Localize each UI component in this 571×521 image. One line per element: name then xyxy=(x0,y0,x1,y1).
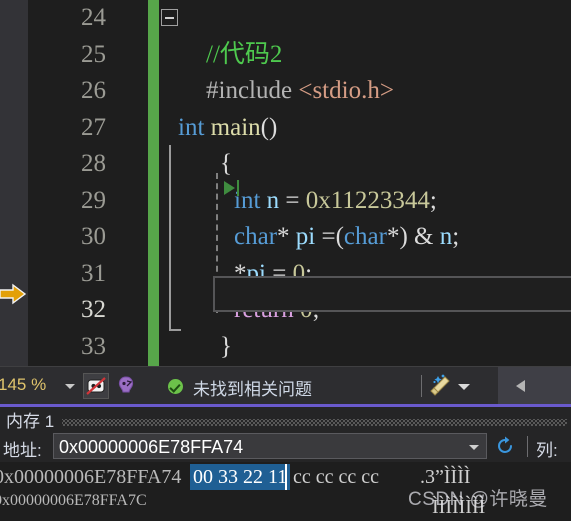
editor-indicator-margin[interactable] xyxy=(0,0,28,366)
code-token: * xyxy=(277,223,296,250)
code-line[interactable]: 33} xyxy=(28,329,571,366)
memory-row-bytes[interactable]: cc cc cc cc xyxy=(293,462,379,492)
yellow-arrow-icon[interactable] xyxy=(0,282,28,306)
code-token: ; xyxy=(452,223,459,250)
code-token: = xyxy=(285,187,305,214)
line-number: 24 xyxy=(28,0,106,37)
code-line[interactable]: 30 char* pi =(char*) & n; xyxy=(28,219,571,256)
tab-strip-drag-handle[interactable] xyxy=(62,419,567,426)
code-cleanup-broom-icon[interactable] xyxy=(428,373,454,399)
code-token: char xyxy=(234,223,277,250)
editor-status-bar[interactable]: 145 % 未找到相关问题 xyxy=(0,366,571,404)
line-number: 26 xyxy=(28,73,106,110)
code-token: *) & xyxy=(387,223,440,250)
address-label: 地址: xyxy=(3,436,42,461)
scope-bracket-foot xyxy=(169,329,181,331)
code-token: int xyxy=(178,114,211,141)
address-input[interactable]: 0x00000006E78FFA74 xyxy=(53,433,487,459)
status-bar-separator xyxy=(421,375,422,397)
scope-bracket-line xyxy=(169,145,171,331)
memory-window[interactable]: 内存 1 地址: 0x00000006E78FFA74 列: 0x0000000… xyxy=(0,404,571,521)
code-token: pi xyxy=(296,223,322,250)
chevron-down-icon[interactable] xyxy=(65,384,75,389)
code-line-text[interactable]: int main() xyxy=(178,110,277,147)
editor-text-area[interactable]: 24 25 //代码2 26 #include <stdio.h> 27 int main(… xyxy=(28,0,571,366)
hot-reload-icon[interactable] xyxy=(114,373,140,399)
code-line-text[interactable]: #include <stdio.h> xyxy=(178,73,394,110)
memory-row[interactable]: 0x00000006E78FFA7C ÌÌÌÌÌÌÌÌ xyxy=(0,492,571,521)
code-line[interactable]: 24 xyxy=(28,0,571,37)
code-token: //代码2 xyxy=(206,41,282,68)
green-play-icon[interactable] xyxy=(220,176,244,200)
collapse-minus-icon[interactable] xyxy=(161,9,178,26)
line-number: 32 xyxy=(28,292,106,329)
toolbar-separator xyxy=(527,436,528,457)
code-token: } xyxy=(220,333,232,360)
code-line-text[interactable]: //代码2 xyxy=(178,37,282,74)
columns-label: 列: xyxy=(536,436,558,461)
code-editor[interactable]: 24 25 //代码2 26 #include <stdio.h> 27 int main(… xyxy=(0,0,571,366)
status-message: 未找到相关问题 xyxy=(193,375,312,400)
code-line-text[interactable]: } xyxy=(178,329,232,366)
code-token: main xyxy=(211,114,261,141)
code-line[interactable]: 29 int n = 0x11223344; xyxy=(28,183,571,220)
collapse-panel-button[interactable] xyxy=(498,367,571,405)
refresh-icon[interactable] xyxy=(494,435,516,457)
line-number: 28 xyxy=(28,146,106,183)
code-line[interactable]: 25 //代码2 xyxy=(28,37,571,74)
memory-text-caret xyxy=(285,464,287,490)
code-token: <stdio.h> xyxy=(298,77,394,104)
line-number: 25 xyxy=(28,37,106,74)
memory-hex-grid[interactable]: 0x00000006E78FFA74 00 33 22 11 cc cc cc … xyxy=(0,462,571,521)
memory-selected-bytes[interactable]: 00 33 22 11 xyxy=(190,464,290,490)
memory-row-address: 0x00000006E78FFA74 xyxy=(0,462,181,492)
line-number: 33 xyxy=(28,329,106,366)
code-token: () xyxy=(261,114,278,141)
line-number: 29 xyxy=(28,183,106,220)
memory-row-address: 0x00000006E78FFA7C xyxy=(0,492,147,510)
disabled-preview-icon[interactable] xyxy=(83,373,109,399)
code-line[interactable]: 28 { xyxy=(28,146,571,183)
code-token: char xyxy=(344,223,387,250)
memory-tab-strip[interactable]: 内存 1 xyxy=(0,404,571,430)
code-token: n xyxy=(440,223,453,250)
chevron-down-icon[interactable] xyxy=(458,384,470,390)
memory-row-ascii: .3”ÌÌÌÌ xyxy=(420,462,471,492)
chevron-down-icon[interactable] xyxy=(469,445,479,450)
address-input-value: 0x00000006E78FFA74 xyxy=(59,435,243,459)
code-line-text[interactable]: char* pi =(char*) & n; xyxy=(178,219,459,256)
left-arrow-icon xyxy=(516,380,525,392)
code-token: ; xyxy=(430,187,437,214)
code-token: #include xyxy=(206,77,298,104)
memory-toolbar[interactable]: 地址: 0x00000006E78FFA74 列: xyxy=(0,430,571,462)
code-token: =( xyxy=(321,223,343,250)
line-number: 30 xyxy=(28,219,106,256)
code-token: n xyxy=(267,187,286,214)
zoom-level-label[interactable]: 145 % xyxy=(0,375,58,395)
code-line[interactable]: 26 #include <stdio.h> xyxy=(28,73,571,110)
code-line[interactable]: 27 int main() xyxy=(28,110,571,147)
memory-row-ascii: ÌÌÌÌÌÌÌÌ xyxy=(432,492,485,521)
green-check-icon xyxy=(168,379,183,394)
line-number: 31 xyxy=(28,256,106,293)
memory-row[interactable]: 0x00000006E78FFA74 00 33 22 11 cc cc cc … xyxy=(0,462,571,492)
line-number: 27 xyxy=(28,110,106,147)
code-token: { xyxy=(220,150,232,177)
visual-studio-window: 24 25 //代码2 26 #include <stdio.h> 27 int main(… xyxy=(0,0,571,521)
code-token: 0x11223344 xyxy=(306,187,430,214)
current-statement-highlight xyxy=(213,276,571,312)
